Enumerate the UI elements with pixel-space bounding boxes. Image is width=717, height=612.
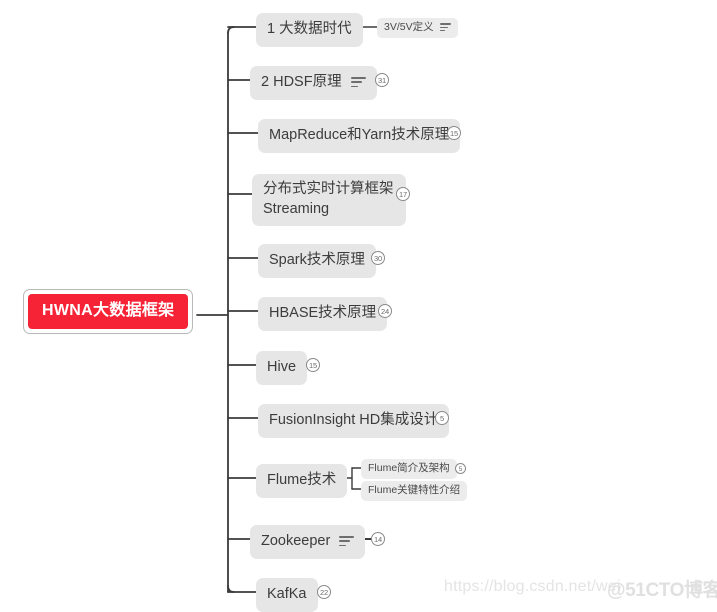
node-label: MapReduce和Yarn技术原理 (269, 127, 450, 143)
badge-count[interactable]: 31 (375, 73, 389, 87)
watermark-brand: @51CTO博客 (607, 580, 717, 601)
badge-count[interactable]: 17 (396, 187, 410, 201)
node-label: Zookeeper (261, 533, 331, 549)
node-label-line1: 分布式实时计算框架 (263, 181, 394, 197)
badge-count[interactable]: 5 (455, 463, 466, 474)
node-label: HBASE技术原理 (269, 305, 377, 321)
node-spark-principles[interactable]: Spark技术原理 (258, 244, 376, 279)
subnode-flume-intro-architecture[interactable]: Flume简介及架构 (361, 459, 457, 479)
node-da-shu-ju-shi-dai[interactable]: 1 大数据时代 (256, 13, 363, 48)
node-label: 2 HDSF原理 (261, 74, 342, 90)
badge-count[interactable]: 24 (378, 304, 392, 318)
node-hbase-principles[interactable]: HBASE技术原理 (258, 297, 388, 332)
node-flume-tech[interactable]: Flume技术 (256, 464, 348, 499)
list-icon (439, 23, 451, 32)
root-node-label: HWNA大数据框架 (28, 294, 189, 330)
node-label-line2: Streaming (263, 200, 330, 217)
node-streaming-framework[interactable]: 分布式实时计算框架 Streaming (252, 174, 406, 227)
subnode-label: Flume关键特性介绍 (368, 484, 461, 496)
watermark-url: https://blog.csdn.net/wei (444, 578, 621, 595)
badge-count[interactable]: 15 (447, 126, 461, 140)
node-hdsf-principles[interactable]: 2 HDSF原理 (250, 66, 377, 101)
node-label: Flume技术 (267, 472, 337, 488)
node-label: KafKa (267, 586, 307, 602)
badge-count[interactable]: 22 (317, 585, 331, 599)
node-label: 1 大数据时代 (267, 21, 352, 37)
subnode-3v5v-definition[interactable]: 3V/5V定义 (377, 18, 458, 38)
root-node[interactable]: HWNA大数据框架 (23, 289, 194, 335)
subnode-flume-key-features[interactable]: Flume关键特性介绍 (361, 481, 468, 501)
badge-count[interactable]: 15 (306, 358, 320, 372)
mindmap-canvas: HWNA大数据框架 1 大数据时代 3V/5V定义 2 HDSF原理 31 Ma… (0, 0, 717, 612)
badge-count[interactable]: 30 (371, 251, 385, 265)
subnode-label: 3V/5V定义 (384, 21, 434, 33)
subnode-label: Flume简介及架构 (368, 462, 450, 474)
list-icon (350, 77, 366, 88)
badge-count[interactable]: 5 (435, 411, 449, 425)
node-zookeeper[interactable]: Zookeeper (250, 525, 366, 560)
node-fusioninsight-hd[interactable]: FusionInsight HD集成设计 (258, 404, 450, 439)
node-hive[interactable]: Hive (256, 351, 308, 386)
list-icon (339, 536, 355, 547)
node-label: FusionInsight HD集成设计 (269, 412, 439, 428)
node-kafka[interactable]: KafKa (256, 578, 318, 612)
node-label: Spark技术原理 (269, 252, 365, 268)
badge-count[interactable]: 14 (371, 532, 385, 546)
node-mapreduce-yarn[interactable]: MapReduce和Yarn技术原理 (258, 119, 461, 154)
node-label: Hive (267, 359, 297, 375)
